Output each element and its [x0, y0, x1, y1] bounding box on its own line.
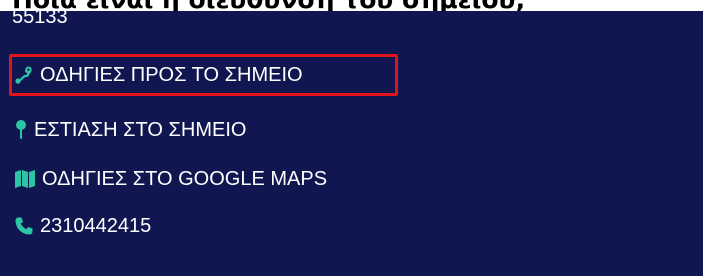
location-code: 55133	[12, 6, 68, 28]
directions-link-label: ΟΔΗΓΙΕΣ ΠΡΟΣ ΤΟ ΣΗΜΕΙΟ	[40, 64, 303, 86]
phone-link[interactable]: 2310442415	[14, 214, 151, 238]
directions-link[interactable]: ΟΔΗΓΙΕΣ ΠΡΟΣ ΤΟ ΣΗΜΕΙΟ	[14, 63, 303, 87]
google-maps-label: ΟΔΗΓΙΕΣ ΣΤΟ GOOGLE MAPS	[42, 168, 328, 190]
google-maps-link[interactable]: ΟΔΗΓΙΕΣ ΣΤΟ GOOGLE MAPS	[14, 167, 327, 191]
location-info-panel: 55133 ΟΔΗΓΙΕΣ ΠΡΟΣ ΤΟ ΣΗΜΕΙΟ ΕΣΤΙΑΣΗ ΣΤΟ…	[0, 6, 703, 276]
focus-on-point-label: ΕΣΤΙΑΣΗ ΣΤΟ ΣΗΜΕΙΟ	[34, 119, 247, 141]
clipped-heading: Ποια είναι η διεύθυνση του σημείου;	[12, 0, 525, 11]
focus-on-point-link[interactable]: ΕΣΤΙΑΣΗ ΣΤΟ ΣΗΜΕΙΟ	[14, 118, 246, 142]
route-icon	[14, 65, 34, 85]
map-icon	[14, 169, 36, 189]
top-strip: Ποια είναι η διεύθυνση του σημείου;	[0, 0, 703, 11]
phone-number: 2310442415	[40, 215, 152, 237]
phone-icon	[14, 216, 34, 236]
map-pin-icon	[14, 119, 28, 141]
